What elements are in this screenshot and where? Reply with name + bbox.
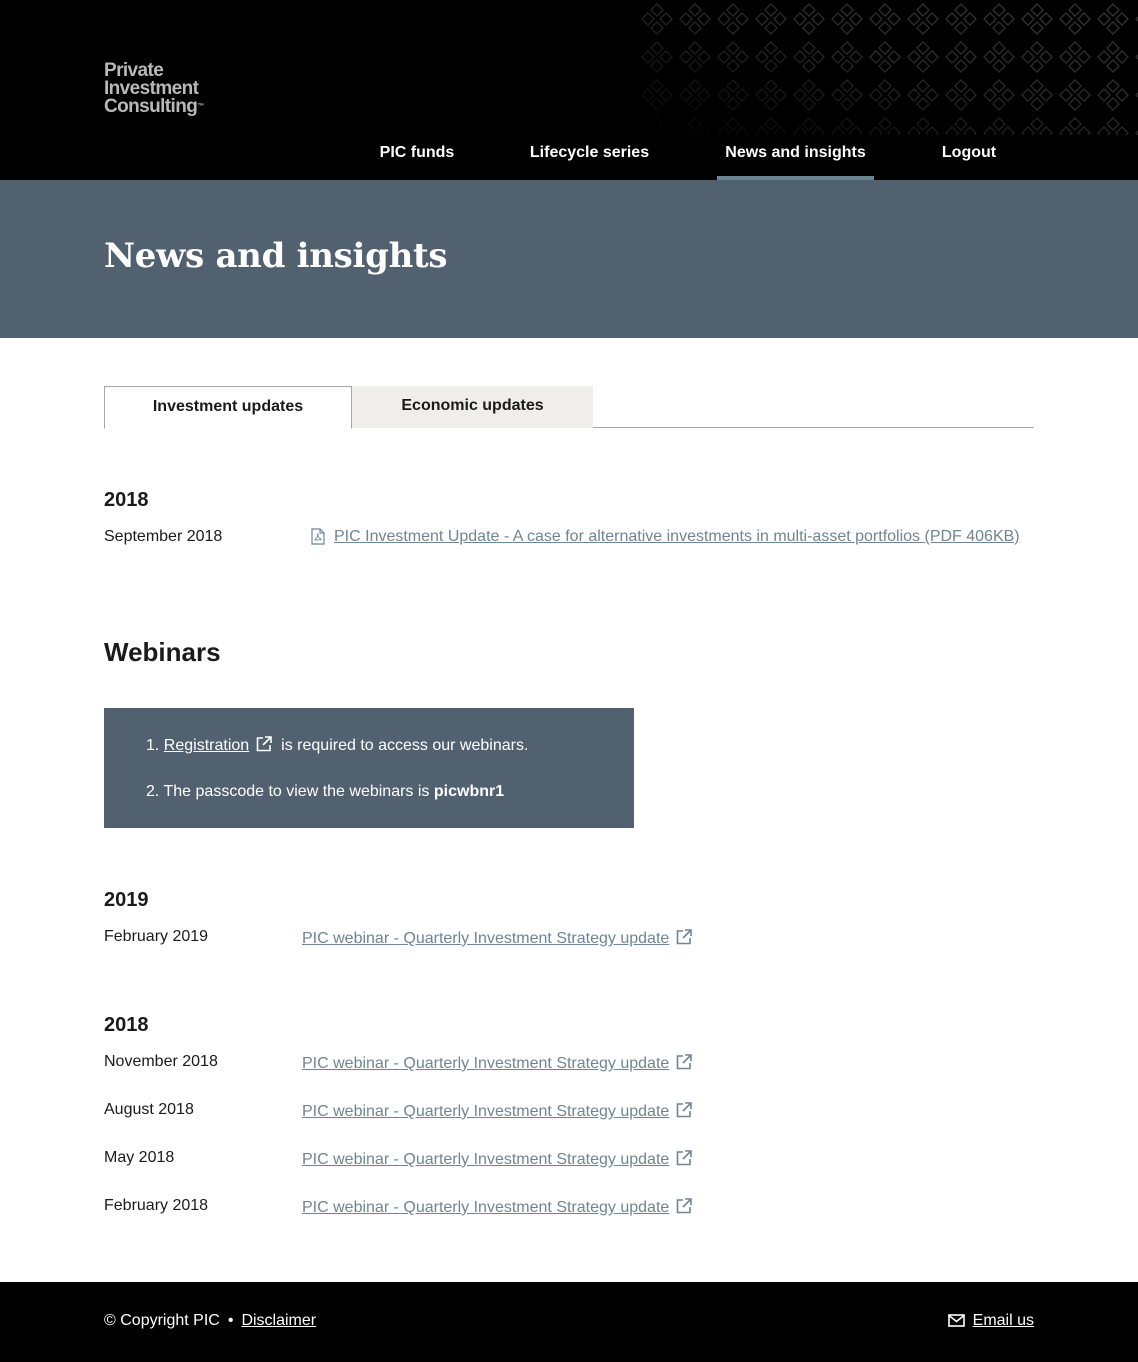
webinar-link-text: PIC webinar - Quarterly Investment Strat… — [302, 1055, 670, 1072]
pic-logo[interactable]: Private Investment Consulting™ — [104, 61, 234, 122]
webinar-link[interactable]: PIC webinar - Quarterly Investment Strat… — [302, 1197, 693, 1217]
nav-lifecycle-series[interactable]: Lifecycle series — [522, 130, 657, 180]
decorative-pattern — [638, 0, 1138, 135]
external-link-icon — [676, 1102, 693, 1118]
external-link-icon — [676, 929, 693, 945]
webinar-link[interactable]: PIC webinar - Quarterly Investment Strat… — [302, 1101, 693, 1121]
webinar-link-text: PIC webinar - Quarterly Investment Strat… — [302, 1199, 670, 1216]
webinar-date: November 2018 — [104, 1053, 218, 1070]
external-link-icon — [256, 736, 272, 752]
site-footer: © Copyright PIC • Disclaimer Email us — [0, 1282, 1138, 1362]
registration-link[interactable]: Registration — [164, 737, 249, 754]
tab-economic-updates[interactable]: Economic updates — [352, 386, 593, 428]
webinars-title: Webinars — [104, 637, 221, 667]
logo-line-3-text: Consulting — [104, 96, 198, 117]
webinar-link[interactable]: PIC webinar - Quarterly Investment Strat… — [302, 928, 693, 948]
footer-separator: • — [227, 1312, 234, 1329]
webinar-date: August 2018 — [104, 1101, 194, 1118]
webinar-info-box: 1. Registration is required to access our… — [104, 708, 634, 828]
nav-news-and-insights[interactable]: News and insights — [717, 130, 874, 180]
tab-bar: Investment updates Economic updates — [104, 386, 1034, 429]
logo-line-3: Consulting™ — [104, 96, 234, 117]
info-text-2: The passcode to view the webinars is — [163, 783, 430, 800]
update-date: September 2018 — [104, 528, 223, 545]
copyright-text: © Copyright PIC — [104, 1312, 220, 1329]
disclaimer-link[interactable]: Disclaimer — [241, 1312, 316, 1329]
tab-investment-updates[interactable]: Investment updates — [104, 386, 352, 429]
nav-logout[interactable]: Logout — [934, 130, 1004, 180]
info-text-1: is required to access our webinars. — [281, 737, 529, 754]
email-us-link[interactable]: Email us — [973, 1312, 1034, 1329]
page-title: News and insights — [104, 236, 448, 276]
site-header: Private Investment Consulting™ PIC funds… — [0, 0, 1138, 180]
email-icon — [947, 1314, 965, 1327]
webinar-date: February 2018 — [104, 1197, 209, 1214]
webinar-link-text: PIC webinar - Quarterly Investment Strat… — [302, 930, 670, 947]
external-link-icon — [676, 1198, 693, 1214]
external-link-icon — [676, 1150, 693, 1166]
year-heading: 2019 — [104, 889, 149, 911]
info-number-1: 1. — [146, 737, 160, 754]
logo-tm: ™ — [197, 103, 205, 110]
footer-left: © Copyright PIC • Disclaimer — [104, 1312, 316, 1330]
page-banner: News and insights — [0, 180, 1138, 338]
nav-pic-funds[interactable]: PIC funds — [371, 130, 463, 180]
pdf-icon — [311, 528, 325, 545]
investment-update-link[interactable]: PIC Investment Update - A case for alter… — [334, 528, 1020, 546]
external-link-icon — [676, 1054, 693, 1070]
webinar-date: February 2019 — [104, 928, 209, 945]
footer-right: Email us — [947, 1312, 1034, 1330]
info-item-2: 2. The passcode to view the webinars is … — [146, 783, 504, 801]
webinar-date: May 2018 — [104, 1149, 175, 1166]
main-nav: PIC funds Lifecycle series News and insi… — [0, 130, 1138, 180]
webinar-link[interactable]: PIC webinar - Quarterly Investment Strat… — [302, 1053, 693, 1073]
year-heading: 2018 — [104, 1014, 149, 1036]
year-heading: 2018 — [104, 489, 149, 511]
webinar-link[interactable]: PIC webinar - Quarterly Investment Strat… — [302, 1149, 693, 1169]
info-item-1: 1. Registration is required to access our… — [146, 735, 528, 755]
webinar-link-text: PIC webinar - Quarterly Investment Strat… — [302, 1151, 670, 1168]
webinar-passcode: picwbnr1 — [433, 783, 505, 800]
webinar-link-text: PIC webinar - Quarterly Investment Strat… — [302, 1103, 670, 1120]
info-number-2: 2. — [146, 783, 160, 800]
